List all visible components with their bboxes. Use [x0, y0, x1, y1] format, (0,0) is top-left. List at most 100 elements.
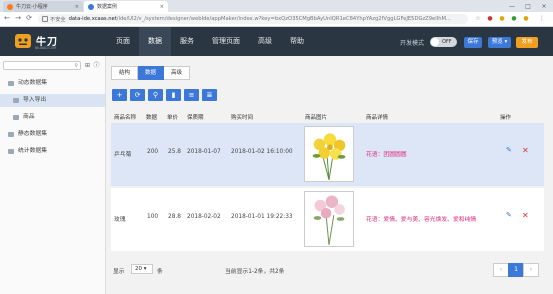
- preview-button[interactable]: 预览 ▾: [488, 37, 511, 48]
- yellow-flower-image: [312, 133, 346, 181]
- column-header: 单价: [167, 115, 179, 121]
- cell-expiry: 2018-01-07: [187, 149, 221, 155]
- edit-icon[interactable]: ✎: [506, 211, 512, 219]
- column-header: 商品名称: [114, 115, 137, 121]
- toggle-state-label: OFF: [442, 39, 452, 45]
- search-icon[interactable]: ⚲: [148, 89, 163, 101]
- cell-name: 玫瑰: [114, 217, 126, 223]
- toggle-knob: [431, 38, 439, 46]
- security-indicator[interactable]: 不安全: [42, 16, 66, 23]
- reload-icon[interactable]: ⟳: [25, 14, 33, 23]
- column-header: 购买时间: [231, 115, 254, 121]
- security-label: 不安全: [50, 16, 66, 23]
- minimize-icon[interactable]: —: [505, 0, 519, 12]
- list-icon[interactable]: ≡: [184, 89, 199, 101]
- edit-icon[interactable]: ✎: [506, 146, 512, 154]
- refresh-icon[interactable]: ⟳: [130, 89, 145, 101]
- browser-tab-2[interactable]: 数据案例 ×: [84, 1, 168, 12]
- nav-item-pages[interactable]: 页面: [107, 27, 139, 56]
- rose-flower-image: [313, 195, 345, 245]
- sidebar-group-static-datasets[interactable]: 静态数据集: [0, 128, 105, 141]
- close-window-icon[interactable]: ×: [537, 0, 551, 12]
- close-tab-icon[interactable]: ×: [75, 4, 79, 10]
- browser-tab-title: 数据案例: [97, 4, 118, 10]
- help-icon[interactable]: ⓘ: [93, 62, 100, 69]
- dev-mode-toggle[interactable]: OFF: [430, 37, 457, 47]
- url-path: /ide/UI2/v_/system/designer/webIde/appMa…: [116, 16, 451, 22]
- back-icon[interactable]: ←: [3, 14, 11, 23]
- tab-structure[interactable]: 结构: [111, 66, 139, 80]
- cell-qty: 200: [147, 149, 159, 155]
- folder-icon: [8, 149, 14, 154]
- address-bar: ← → ⟳ 不安全 data-ide.xcaas.net /ide/UI2/v_…: [0, 12, 553, 27]
- cell-expiry: 2018-02-02: [187, 214, 221, 220]
- sidebar-search-input[interactable]: ⚲: [3, 61, 81, 70]
- sidebar-item-label: 统计数据集: [18, 148, 47, 154]
- browser-tab-title: 牛刀云-小程序: [16, 4, 48, 10]
- cell-qty: 100: [147, 214, 159, 220]
- product-image: [304, 191, 354, 247]
- cell-purchase-time: 2018-01-02 16:10:00: [231, 149, 293, 155]
- nav-item-help[interactable]: 帮助: [281, 27, 313, 56]
- cell-detail: 花语：团圆圆圆: [366, 152, 407, 158]
- nav-item-admin-pages[interactable]: 管理页面: [203, 27, 249, 56]
- page-size-select[interactable]: 20 ▾: [131, 264, 153, 274]
- logo-icon: [15, 34, 31, 48]
- sidebar-item-label: 动态数据集: [18, 80, 47, 86]
- save-button[interactable]: 保存: [464, 37, 482, 48]
- prev-page-button[interactable]: ‹: [493, 263, 509, 277]
- extension-icon[interactable]: ●: [498, 15, 506, 23]
- sidebar-item-products[interactable]: 商品: [0, 111, 105, 124]
- url-host: data-ide.xcaas.net: [68, 16, 117, 22]
- dataset-icon: [13, 98, 19, 103]
- nav-item-advanced[interactable]: 高级: [249, 27, 281, 56]
- delete-icon[interactable]: ✕: [522, 146, 529, 155]
- next-page-button[interactable]: ›: [523, 263, 539, 277]
- sidebar-item-label: 导入导出: [23, 97, 47, 103]
- add-icon[interactable]: +: [112, 89, 127, 101]
- cell-name: 乒乓菊: [114, 152, 132, 158]
- delete-icon[interactable]: ✕: [522, 211, 529, 220]
- nav-item-services[interactable]: 服务: [171, 27, 203, 56]
- tab-advanced[interactable]: 高级: [164, 66, 191, 80]
- view-tabs: 结构 数据 高级: [111, 66, 191, 80]
- folder-icon: [8, 81, 14, 86]
- info-icon: [42, 16, 48, 22]
- dataset-icon: [13, 115, 19, 120]
- nav-item-data[interactable]: 数据: [139, 27, 171, 56]
- table-header: 商品名称 数据 单价 保质期 购买时间 商品图片 商品详情 操作: [111, 110, 544, 122]
- sidebar-group-dynamic-datasets[interactable]: 动态数据集: [0, 77, 105, 90]
- dev-mode-label: 开发模式: [400, 40, 425, 47]
- close-tab-icon[interactable]: ×: [160, 4, 164, 10]
- extension-icon[interactable]: ●: [522, 15, 530, 23]
- url-field[interactable]: 不安全 data-ide.xcaas.net /ide/UI2/v_/syste…: [38, 14, 468, 24]
- add-icon[interactable]: ⊞: [84, 62, 91, 69]
- publish-button[interactable]: 发布: [516, 37, 538, 48]
- extension-icon[interactable]: ●: [486, 15, 494, 23]
- sidebar-item-label: 商品: [23, 114, 35, 120]
- main-nav: 页面 数据 服务 管理页面 高级 帮助: [107, 27, 313, 56]
- pagination: ‹ 1 ›: [493, 263, 539, 277]
- delete-icon[interactable]: ▮: [166, 89, 181, 101]
- browser-tab-1[interactable]: 牛刀云-小程序 ×: [3, 1, 83, 12]
- tab-data[interactable]: 数据: [138, 66, 165, 80]
- sidebar-group-stat-datasets[interactable]: 统计数据集: [0, 145, 105, 158]
- menu-icon[interactable]: ⋮: [538, 15, 546, 23]
- brand-subtitle: NIUDAO.COM: [35, 46, 57, 50]
- table-row[interactable]: 玫瑰 100 28.8 2018-02-02 2018-01-01 19:22:…: [111, 188, 544, 251]
- table-row[interactable]: 乒乓菊 200 25.8 2018-01-07 2018-01-02 16:10…: [111, 123, 544, 186]
- column-header: 商品详情: [366, 115, 389, 121]
- favicon-icon: [7, 3, 13, 10]
- maximize-icon[interactable]: □: [521, 0, 535, 12]
- list-alt-icon[interactable]: ≣: [202, 89, 217, 101]
- star-icon[interactable]: ☆: [474, 15, 482, 23]
- extension-icon[interactable]: ●: [510, 15, 518, 23]
- forward-icon[interactable]: →: [14, 14, 22, 23]
- column-header: 保质期: [187, 115, 204, 121]
- sidebar-item-import-export[interactable]: 导入导出: [0, 94, 105, 107]
- record-info: 当前显示1-2条，共2条: [225, 269, 285, 275]
- product-image: [304, 126, 354, 182]
- sidebar-item-label: 静态数据集: [18, 131, 47, 137]
- page-1-button[interactable]: 1: [508, 263, 524, 277]
- cell-purchase-time: 2018-01-01 19:22:33: [231, 214, 293, 220]
